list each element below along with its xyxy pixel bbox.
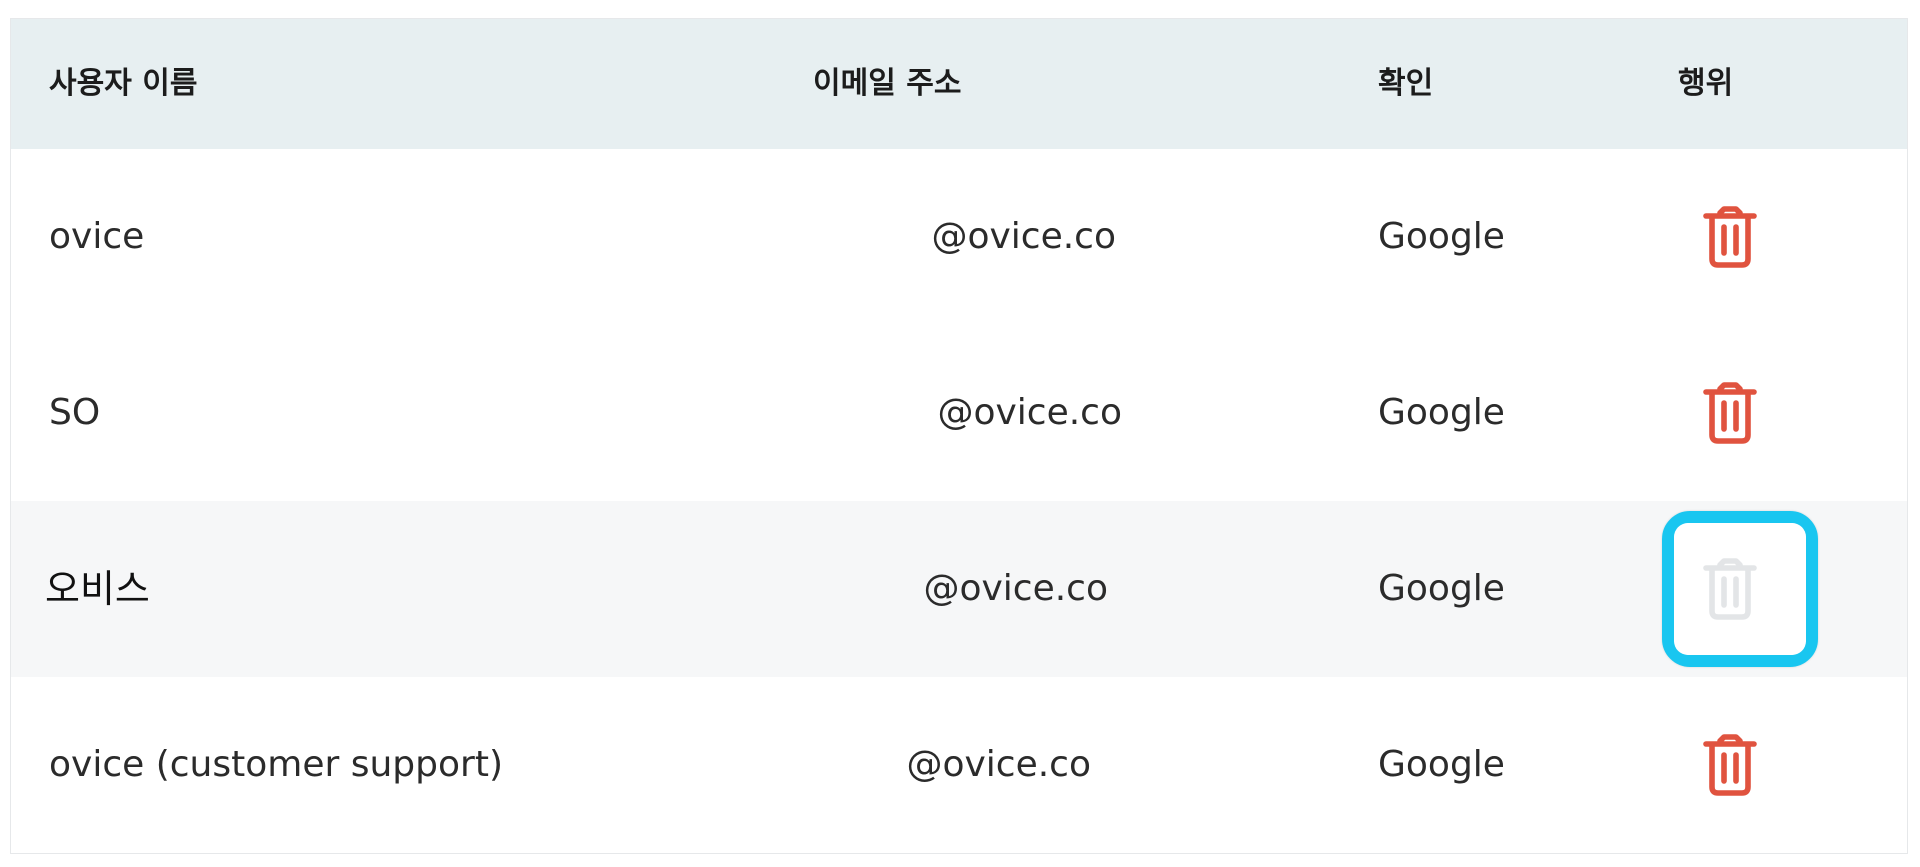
username-cell: 오비스 [45, 567, 150, 611]
table-row: 오비스 @ovice.co Google [11, 501, 1907, 677]
trash-icon [1703, 382, 1757, 444]
column-header-email: 이메일 주소 [813, 66, 962, 101]
username-cell: ovice (customer support) [49, 744, 503, 785]
delete-user-button[interactable] [1700, 733, 1760, 797]
email-cell: @ovice.co [937, 392, 1122, 433]
delete-user-button-disabled[interactable] [1700, 557, 1760, 621]
auth-cell: Google [1378, 216, 1505, 257]
column-header-username: 사용자 이름 [49, 66, 198, 101]
table-row: SO @ovice.co Google [11, 325, 1907, 501]
table-header: 사용자 이름 이메일 주소 확인 행위 [11, 19, 1907, 149]
table-row: ovice @ovice.co Google [11, 149, 1907, 325]
column-header-action: 행위 [1678, 66, 1734, 101]
email-cell: @ovice.co [931, 216, 1116, 257]
trash-icon [1703, 558, 1757, 620]
auth-cell: Google [1378, 392, 1505, 433]
username-cell: ovice [49, 216, 145, 257]
column-header-auth: 확인 [1378, 66, 1434, 101]
username-cell: SO [49, 392, 101, 433]
delete-user-button[interactable] [1700, 381, 1760, 445]
delete-user-button[interactable] [1700, 205, 1760, 269]
auth-cell: Google [1378, 568, 1505, 609]
auth-cell: Google [1378, 744, 1505, 785]
trash-icon [1703, 734, 1757, 796]
trash-icon [1703, 206, 1757, 268]
email-cell: @ovice.co [923, 568, 1108, 609]
users-table: 사용자 이름 이메일 주소 확인 행위 ovice @ovice.co Goog… [10, 18, 1908, 854]
table-row: ovice (customer support) @ovice.co Googl… [11, 677, 1907, 853]
email-cell: @ovice.co [906, 744, 1091, 785]
